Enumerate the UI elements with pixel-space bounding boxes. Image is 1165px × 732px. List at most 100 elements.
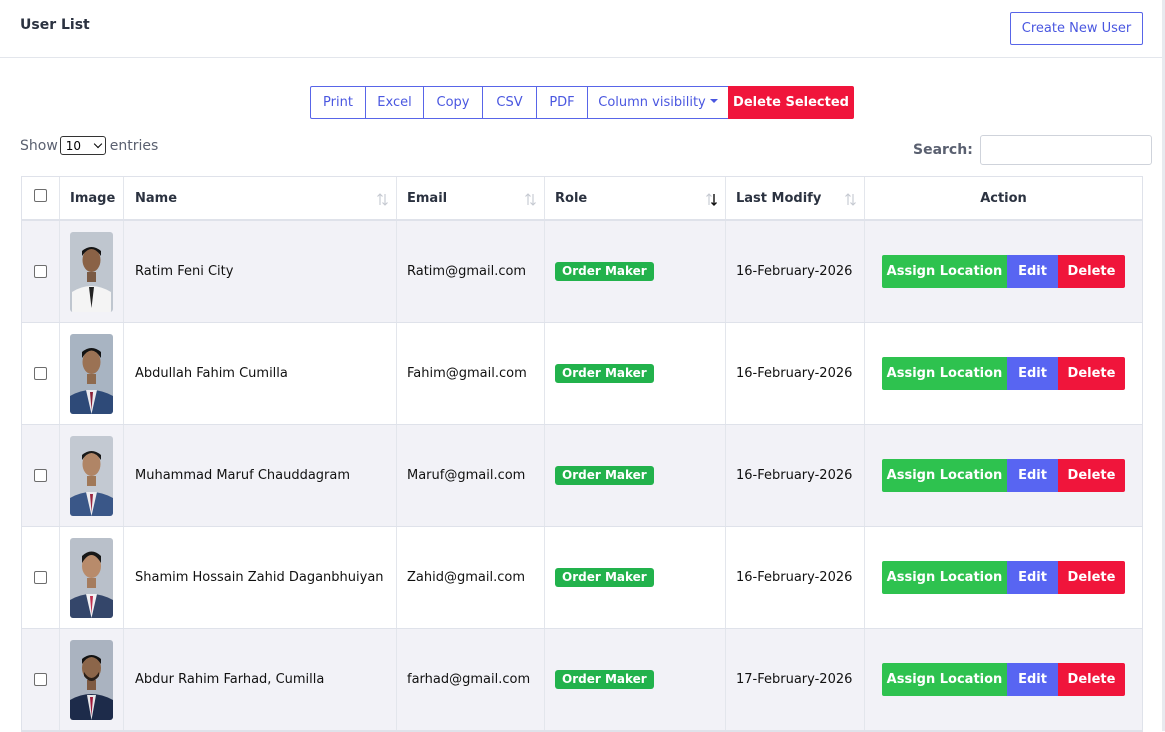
email-cell: Zahid@gmail.com: [396, 527, 544, 628]
edit-button[interactable]: Edit: [1007, 357, 1058, 390]
column-header-last-modify[interactable]: Last Modify: [725, 177, 864, 219]
table-row: Abdullah Fahim Cumilla Fahim@gmail.com O…: [22, 322, 1142, 424]
delete-button[interactable]: Delete: [1058, 357, 1125, 390]
search-input[interactable]: [979, 135, 1152, 165]
row-checkbox[interactable]: [34, 265, 47, 278]
print-button[interactable]: Print: [310, 86, 366, 119]
last-modify-cell: 16-February-2026: [725, 527, 864, 628]
column-header-image: Image: [59, 177, 123, 219]
action-button-group: Assign Location Edit Delete: [882, 561, 1125, 594]
action-cell: Assign Location Edit Delete: [864, 323, 1142, 424]
image-cell: [59, 323, 123, 424]
email-cell: Ratim@gmail.com: [396, 221, 544, 322]
user-photo: [70, 435, 113, 516]
role-badge: Order Maker: [555, 670, 654, 689]
table-row: Abdur Rahim Farhad, Cumilla farhad@gmail…: [22, 628, 1142, 730]
row-checkbox[interactable]: [34, 367, 47, 380]
row-checkbox[interactable]: [34, 571, 47, 584]
image-cell: [59, 425, 123, 526]
image-cell: [59, 221, 123, 322]
table-row: Muhammad Maruf Chauddagram Maruf@gmail.c…: [22, 424, 1142, 526]
column-header-label: Image: [70, 190, 116, 206]
email-cell: Maruf@gmail.com: [396, 425, 544, 526]
assign-location-button[interactable]: Assign Location: [882, 255, 1007, 288]
assign-location-button[interactable]: Assign Location: [882, 663, 1007, 696]
last-modify-cell: 16-February-2026: [725, 323, 864, 424]
column-visibility-label: Column visibility: [598, 95, 706, 110]
column-header-email[interactable]: Email: [396, 177, 544, 219]
action-button-group: Assign Location Edit Delete: [882, 357, 1125, 390]
pdf-button[interactable]: PDF: [536, 86, 588, 119]
last-modify-cell: 16-February-2026: [725, 221, 864, 322]
delete-selected-button[interactable]: Delete Selected: [728, 86, 854, 119]
edit-button[interactable]: Edit: [1007, 459, 1058, 492]
action-button-group: Assign Location Edit Delete: [882, 255, 1125, 288]
header-select-cell: [22, 177, 59, 219]
role-badge: Order Maker: [555, 568, 654, 587]
action-button-group: Assign Location Edit Delete: [882, 459, 1125, 492]
assign-location-button[interactable]: Assign Location: [882, 561, 1007, 594]
chevron-down-icon: [93, 139, 103, 148]
name-cell: Abdur Rahim Farhad, Cumilla: [123, 629, 396, 730]
delete-button[interactable]: Delete: [1058, 663, 1125, 696]
assign-location-button[interactable]: Assign Location: [882, 459, 1007, 492]
delete-button[interactable]: Delete: [1058, 561, 1125, 594]
user-photo: [70, 537, 113, 618]
edit-button[interactable]: Edit: [1007, 561, 1058, 594]
table-row: Ratim Feni City Ratim@gmail.com Order Ma…: [22, 220, 1142, 322]
csv-button[interactable]: CSV: [482, 86, 537, 119]
row-checkbox[interactable]: [34, 469, 47, 482]
column-header-label: Email: [407, 190, 448, 206]
delete-button[interactable]: Delete: [1058, 255, 1125, 288]
assign-location-button[interactable]: Assign Location: [882, 357, 1007, 390]
caret-down-icon: [709, 99, 718, 103]
entries-label: entries: [109, 137, 159, 154]
column-header-name[interactable]: Name: [123, 177, 396, 219]
delete-button[interactable]: Delete: [1058, 459, 1125, 492]
row-checkbox[interactable]: [34, 673, 47, 686]
column-visibility-button[interactable]: Column visibility: [587, 86, 729, 119]
export-toolbar: Print Excel Copy CSV PDF Column visibili…: [310, 86, 854, 119]
last-modify-cell: 17-February-2026: [725, 629, 864, 730]
role-cell: Order Maker: [544, 629, 725, 730]
user-photo: [70, 333, 113, 414]
role-badge: Order Maker: [555, 466, 654, 485]
sort-arrows-icon: [525, 193, 536, 206]
show-label: Show: [20, 137, 58, 154]
image-cell: [59, 527, 123, 628]
column-header-action: Action: [864, 177, 1142, 219]
image-cell: [59, 629, 123, 730]
role-cell: Order Maker: [544, 527, 725, 628]
role-badge: Order Maker: [555, 364, 654, 383]
entries-length: Show 10 entries: [20, 136, 158, 155]
sort-arrows-icon: [377, 193, 388, 206]
last-modify-cell: 16-February-2026: [725, 425, 864, 526]
entries-select[interactable]: 10: [59, 136, 106, 155]
name-cell: Muhammad Maruf Chauddagram: [123, 425, 396, 526]
sort-desc-icon: [706, 193, 717, 206]
role-cell: Order Maker: [544, 221, 725, 322]
table-search: Search:: [913, 135, 1152, 165]
row-select-cell: [22, 629, 59, 730]
row-select-cell: [22, 221, 59, 322]
action-button-group: Assign Location Edit Delete: [882, 663, 1125, 696]
column-header-role[interactable]: Role: [544, 177, 725, 219]
create-new-user-button[interactable]: Create New User: [1010, 12, 1143, 45]
row-select-cell: [22, 527, 59, 628]
excel-button[interactable]: Excel: [365, 86, 424, 119]
sort-arrows-icon: [845, 193, 856, 206]
table-header-row: Image Name Email Role Last Modify Action: [22, 177, 1142, 220]
edit-button[interactable]: Edit: [1007, 255, 1058, 288]
action-cell: Assign Location Edit Delete: [864, 221, 1142, 322]
name-cell: Abdullah Fahim Cumilla: [123, 323, 396, 424]
search-label: Search:: [913, 142, 973, 158]
action-cell: Assign Location Edit Delete: [864, 425, 1142, 526]
email-cell: Fahim@gmail.com: [396, 323, 544, 424]
row-select-cell: [22, 323, 59, 424]
edit-button[interactable]: Edit: [1007, 663, 1058, 696]
table-row: Shamim Hossain Zahid Daganbhuiyan Zahid@…: [22, 526, 1142, 628]
copy-button[interactable]: Copy: [423, 86, 483, 119]
select-all-checkbox[interactable]: [34, 188, 47, 202]
row-select-cell: [22, 425, 59, 526]
user-table: Image Name Email Role Last Modify Action: [21, 176, 1143, 732]
